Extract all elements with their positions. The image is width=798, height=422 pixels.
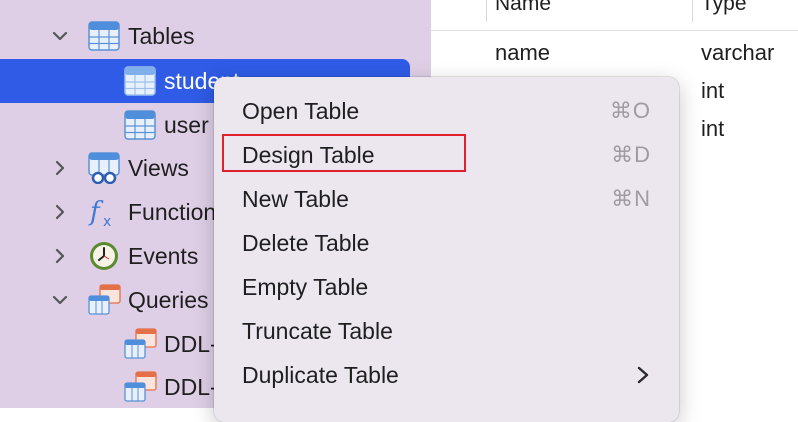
chevron-right-icon[interactable] <box>50 158 70 178</box>
menu-item-label: Open Table <box>242 98 360 124</box>
menu-item-label: Design Table <box>242 142 375 168</box>
cell-name: name <box>495 40 551 65</box>
menu-item-duplicate-table[interactable]: Duplicate Table <box>214 353 679 397</box>
column-divider[interactable] <box>692 0 693 22</box>
cell-type: int <box>701 116 725 141</box>
header-divider <box>431 30 798 31</box>
tree-item-tables[interactable]: Tables <box>0 14 431 58</box>
table-icon <box>124 110 156 140</box>
table-icon <box>124 66 156 96</box>
cell-type: int <box>701 78 725 103</box>
tree-label: Views <box>128 155 189 181</box>
queries-icon <box>88 284 121 315</box>
menu-item-label: Delete Table <box>242 230 370 256</box>
menu-item-delete-table[interactable]: Delete Table <box>214 221 679 265</box>
menu-item-label: Truncate Table <box>242 318 393 344</box>
menu-item-new-table[interactable]: New Table ⌘N <box>214 177 679 221</box>
column-divider[interactable] <box>486 0 487 22</box>
chevron-right-icon[interactable] <box>50 202 70 222</box>
column-header-type[interactable]: Type <box>701 0 747 16</box>
cell-type: varchar <box>701 40 775 65</box>
tree-label: Events <box>128 243 199 269</box>
menu-item-label: Empty Table <box>242 274 369 300</box>
svg-text:x: x <box>103 214 111 230</box>
chevron-down-icon[interactable] <box>50 290 70 310</box>
tree-label: Function <box>128 199 217 225</box>
chevron-down-icon[interactable] <box>50 26 70 46</box>
table-icon <box>88 21 120 51</box>
menu-item-design-table[interactable]: Design Table ⌘D <box>214 133 679 177</box>
menu-item-shortcut: ⌘O <box>609 98 651 123</box>
menu-item-empty-table[interactable]: Empty Table <box>214 265 679 309</box>
function-icon: f x <box>88 197 111 230</box>
clock-icon <box>90 242 118 270</box>
column-header-name[interactable]: Name <box>495 0 551 16</box>
tree-label: user <box>164 112 209 138</box>
menu-item-shortcut: ⌘D <box>611 142 651 167</box>
menu-item-truncate-table[interactable]: Truncate Table <box>214 309 679 353</box>
menu-item-label: New Table <box>242 186 349 212</box>
views-icon <box>88 152 120 184</box>
tree-label: DDL- <box>164 374 218 400</box>
menu-item-label: Duplicate Table <box>242 362 399 388</box>
database-icon <box>52 0 84 8</box>
tree-label: DDL- <box>164 331 218 357</box>
query-icon <box>124 328 157 359</box>
context-menu: Open Table ⌘O Design Table ⌘D New Table … <box>214 77 679 422</box>
chevron-right-icon[interactable] <box>50 246 70 266</box>
tree-label: Tables <box>128 23 195 49</box>
tree-label: Queries <box>128 287 209 313</box>
submenu-arrow-icon <box>637 366 649 384</box>
svg-text:f: f <box>88 197 104 227</box>
query-icon <box>124 371 157 402</box>
menu-item-open-table[interactable]: Open Table ⌘O <box>214 89 679 133</box>
menu-item-shortcut: ⌘N <box>611 186 651 211</box>
